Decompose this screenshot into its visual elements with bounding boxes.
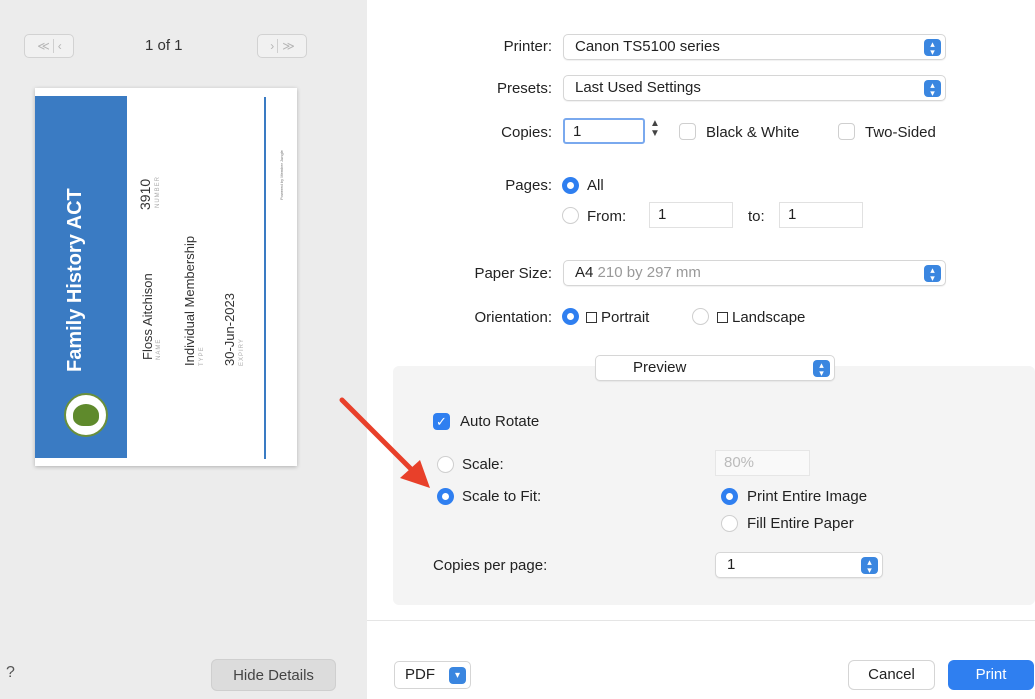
footer-divider bbox=[367, 620, 1035, 621]
black-white-checkbox[interactable] bbox=[679, 123, 696, 140]
card-divider-line bbox=[264, 97, 266, 459]
help-button[interactable]: ? bbox=[6, 664, 15, 682]
card-title: Family History ACT bbox=[64, 188, 86, 372]
card-name: Floss Aitchison bbox=[140, 273, 155, 360]
printer-label: Printer: bbox=[503, 38, 552, 55]
chevron-updown-icon: ▴ ▾ bbox=[861, 557, 878, 574]
card-expiry-label: EXPIRY bbox=[239, 338, 245, 366]
stepper-down-icon: ▼ bbox=[650, 128, 660, 139]
printer-select[interactable]: Canon TS5100 series ▴ ▾ bbox=[563, 34, 946, 60]
pdf-menu-button[interactable]: PDF ▾ bbox=[394, 661, 471, 689]
paper-size-value: A4 bbox=[575, 264, 594, 281]
last-page-icon: ≫ bbox=[282, 39, 295, 53]
card-type: Individual Membership bbox=[182, 235, 197, 366]
print-entire-image-label: Print Entire Image bbox=[747, 488, 868, 505]
copies-label: Copies: bbox=[501, 124, 552, 141]
first-page-icon: ≪ bbox=[37, 39, 50, 53]
card-number: 3910 bbox=[137, 178, 153, 210]
black-white-label: Black & White bbox=[706, 124, 800, 141]
cancel-button[interactable]: Cancel bbox=[848, 660, 935, 690]
scale-to-fit-label: Scale to Fit: bbox=[462, 488, 542, 505]
copies-per-page-label: Copies per page: bbox=[433, 557, 548, 574]
card-type-label: TYPE bbox=[199, 346, 205, 366]
copies-per-page-value: 1 bbox=[727, 556, 736, 573]
print-button[interactable]: Print bbox=[948, 660, 1034, 690]
orientation-label: Orientation: bbox=[474, 309, 552, 326]
scale-input[interactable]: 80% bbox=[715, 450, 810, 476]
auto-rotate-label: Auto Rotate bbox=[460, 413, 540, 430]
printer-value: Canon TS5100 series bbox=[575, 38, 720, 55]
portrait-option: Portrait bbox=[586, 309, 649, 326]
card-credit: Powered by Member Jungle bbox=[279, 150, 284, 200]
copies-stepper[interactable]: ▲ ▼ bbox=[650, 119, 660, 139]
red-arrow-annotation-icon bbox=[339, 397, 430, 488]
paper-size-select[interactable]: A4 210 by 297 mm ▴ ▾ bbox=[563, 260, 946, 286]
pages-from-radio[interactable] bbox=[562, 207, 579, 224]
paper-size-label: Paper Size: bbox=[474, 265, 552, 282]
pages-from-label: From: bbox=[587, 208, 627, 225]
chevron-updown-icon: ▴ ▾ bbox=[924, 80, 941, 97]
chevron-updown-icon: ▴ ▾ bbox=[924, 39, 941, 56]
print-entire-image-radio[interactable] bbox=[721, 488, 738, 505]
portrait-label: Portrait bbox=[601, 309, 650, 326]
previous-page-icon: ‹ bbox=[57, 39, 62, 53]
preview-pane: ≪ ‹ 1 of 1 › ≫ Family History ACT 3910 N… bbox=[0, 0, 367, 699]
pages-to-input[interactable]: 1 bbox=[779, 202, 863, 228]
card-name-label: NAME bbox=[156, 338, 162, 360]
next-page-button[interactable]: › ≫ bbox=[257, 34, 307, 58]
scale-label: Scale: bbox=[462, 456, 504, 473]
pages-from-input[interactable]: 1 bbox=[649, 202, 733, 228]
next-page-icon: › bbox=[270, 39, 274, 53]
two-sided-checkbox[interactable] bbox=[838, 123, 855, 140]
nav-separator bbox=[277, 39, 279, 53]
copies-per-page-select[interactable]: 1 ▴ ▾ bbox=[715, 552, 883, 578]
portrait-icon bbox=[586, 312, 597, 323]
card-expiry: 30-Jun-2023 bbox=[222, 293, 237, 366]
pages-label: Pages: bbox=[505, 177, 552, 194]
fill-entire-paper-radio[interactable] bbox=[721, 515, 738, 532]
presets-select[interactable]: Last Used Settings ▴ ▾ bbox=[563, 75, 946, 101]
previous-page-button[interactable]: ≪ ‹ bbox=[24, 34, 74, 58]
card-number-label: NUMBER bbox=[155, 175, 161, 208]
chevron-down-icon: ▾ bbox=[449, 667, 466, 684]
page-indicator: 1 of 1 bbox=[145, 37, 183, 54]
hide-details-button[interactable]: Hide Details bbox=[211, 659, 336, 691]
pages-to-label: to: bbox=[748, 208, 765, 225]
two-sided-label: Two-Sided bbox=[865, 124, 936, 141]
section-value: Preview bbox=[633, 359, 687, 376]
landscape-label: Landscape bbox=[732, 309, 806, 326]
presets-label: Presets: bbox=[496, 80, 552, 97]
tree-logo-icon bbox=[64, 393, 108, 437]
landscape-icon bbox=[717, 312, 728, 323]
pdf-label: PDF bbox=[405, 666, 435, 683]
chevron-updown-icon: ▴ ▾ bbox=[924, 265, 941, 282]
section-select[interactable]: Preview ▴ ▾ bbox=[595, 355, 835, 381]
copies-input[interactable]: 1 bbox=[563, 118, 645, 144]
portrait-radio[interactable] bbox=[562, 308, 579, 325]
landscape-option: Landscape bbox=[717, 309, 805, 326]
pages-all-label: All bbox=[587, 177, 604, 194]
chevron-updown-icon: ▴ ▾ bbox=[813, 360, 830, 377]
fill-entire-paper-label: Fill Entire Paper bbox=[747, 515, 854, 532]
paper-size-detail: 210 by 297 mm bbox=[597, 264, 701, 281]
presets-value: Last Used Settings bbox=[575, 79, 701, 96]
pages-all-radio[interactable] bbox=[562, 177, 579, 194]
nav-separator bbox=[52, 39, 54, 53]
landscape-radio[interactable] bbox=[692, 308, 709, 325]
